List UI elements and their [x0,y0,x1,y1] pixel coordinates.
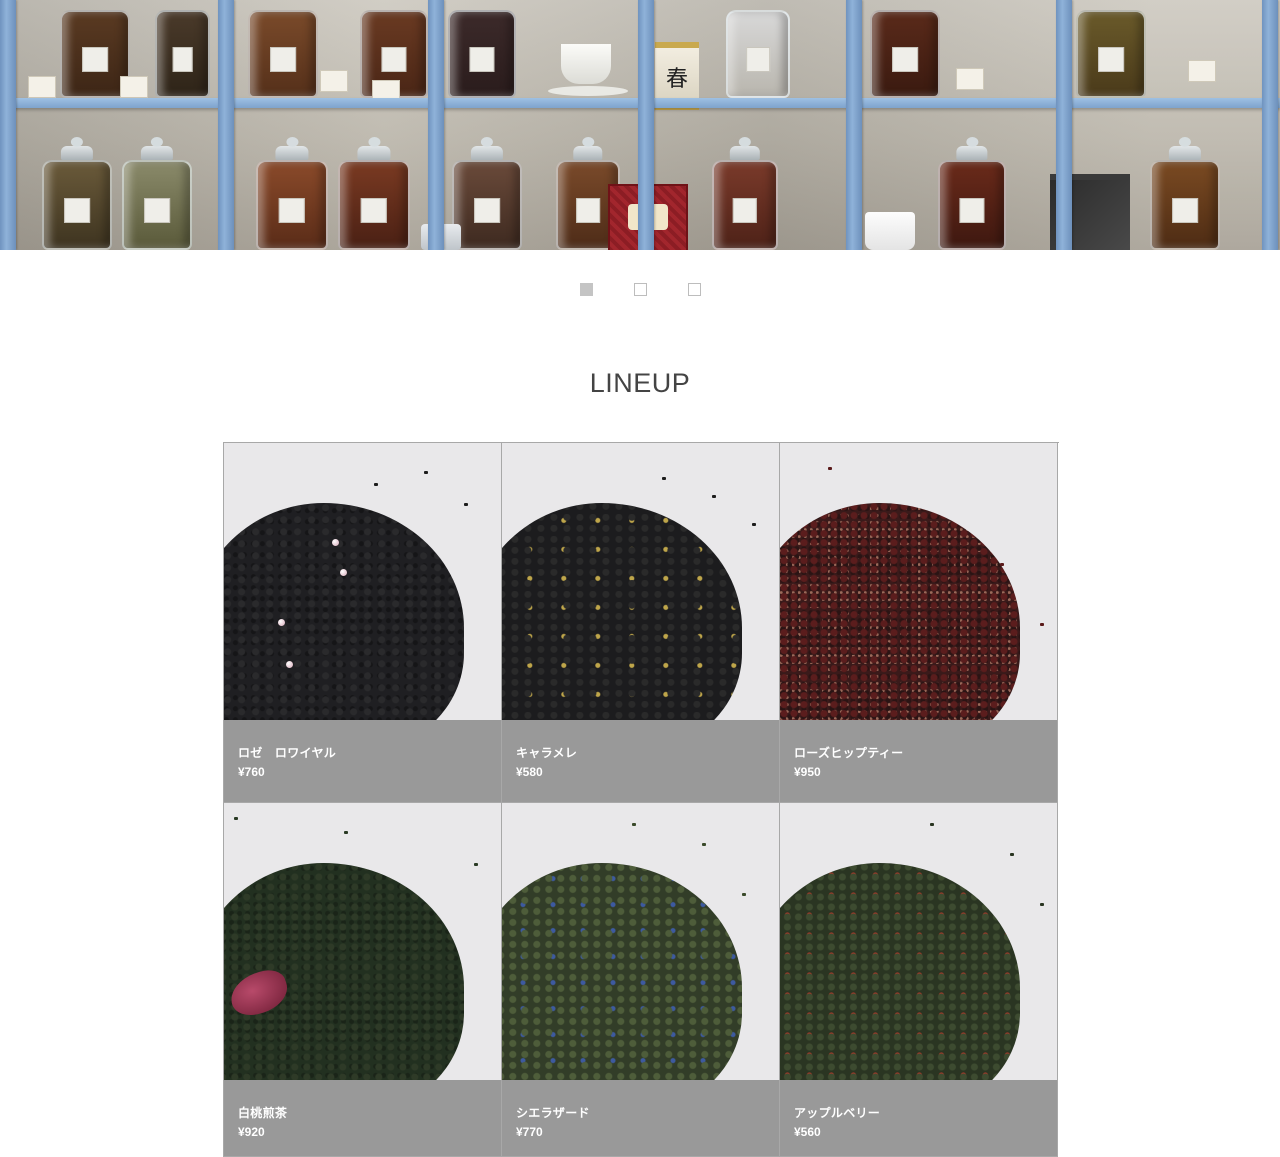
product-price: ¥770 [516,1125,543,1139]
small-box [28,76,56,98]
product-photo [502,443,779,720]
product-info: キャラメレ ¥580 [502,720,779,802]
product-photo [780,443,1057,720]
tea-jar [42,146,112,250]
white-cup [865,212,915,250]
tea-jar [1076,10,1146,98]
product-name: ロゼ ロワイヤル [238,746,337,760]
product-info: 白桃煎茶 ¥920 [224,1080,501,1156]
hero-banner: 春 [0,0,1280,250]
slider-dot-3[interactable] [688,283,701,296]
product-photo [224,803,501,1080]
small-box [956,68,984,90]
tea-jar [938,146,1006,250]
product-card[interactable]: 白桃煎茶 ¥920 [224,803,502,1157]
product-price: ¥950 [794,765,821,779]
tea-jar [1150,146,1220,250]
product-info: アップルベリー ¥560 [780,1080,1057,1156]
section-title-lineup: LINEUP [589,368,691,398]
tea-jar [155,10,210,98]
tea-jar [870,10,940,98]
slider-pagination [580,283,701,296]
tea-jar [712,146,778,250]
tea-jar [122,146,192,250]
small-box [120,76,148,98]
shelf-post [0,0,16,250]
tea-jar [338,146,410,250]
tea-jar [256,146,328,250]
product-photo [224,443,501,720]
product-card[interactable]: シエラザード ¥770 [502,803,780,1157]
small-box [320,70,348,92]
tea-jar [726,10,790,98]
product-price: ¥580 [516,765,543,779]
shelf-post [1262,0,1278,250]
product-card[interactable]: ローズヒップティー ¥950 [780,443,1058,803]
small-box [1188,60,1216,82]
product-grid: ロゼ ロワイヤル ¥760 キャラメレ ¥580 ローズヒップティー ¥950 [223,442,1059,1157]
tea-jar [248,10,318,98]
tea-cup [561,44,611,84]
shelf-post [1056,0,1072,250]
shelf-post [428,0,444,250]
product-photo [780,803,1057,1080]
product-info: シエラザード ¥770 [502,1080,779,1156]
product-price: ¥560 [794,1125,821,1139]
slider-dot-2[interactable] [634,283,647,296]
product-name: ローズヒップティー [794,746,904,760]
product-card[interactable]: ロゼ ロワイヤル ¥760 [224,443,502,803]
product-price: ¥920 [238,1125,265,1139]
shelf-post [218,0,234,250]
product-price: ¥760 [238,765,265,779]
product-info: ローズヒップティー ¥950 [780,720,1057,802]
product-name: アップルベリー [794,1106,881,1120]
product-name: シエラザード [516,1106,590,1120]
slider-dot-1[interactable] [580,283,593,296]
product-name: キャラメレ [516,746,578,760]
saucer [548,86,628,96]
tea-jar [448,10,516,98]
product-name: 白桃煎茶 [238,1106,288,1120]
product-card[interactable]: アップルベリー ¥560 [780,803,1058,1157]
product-photo [502,803,779,1080]
shelf-post [638,0,654,250]
shelf-post [846,0,862,250]
tea-jar [452,146,522,250]
product-info: ロゼ ロワイヤル ¥760 [224,720,501,802]
product-card[interactable]: キャラメレ ¥580 [502,443,780,803]
